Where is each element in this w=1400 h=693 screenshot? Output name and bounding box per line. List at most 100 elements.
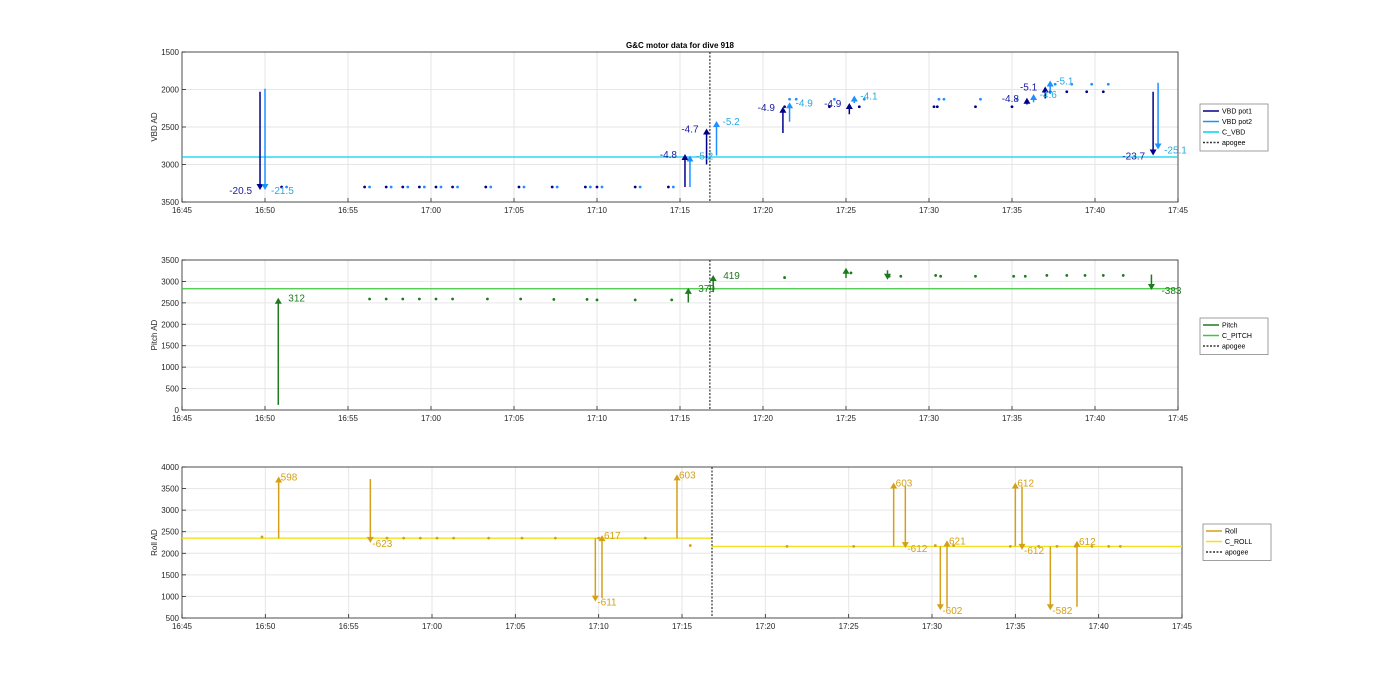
- pitch-point: [899, 274, 903, 278]
- vbd-pot2-point: [555, 185, 559, 189]
- pitch-point: [633, 298, 637, 302]
- roll-point: [553, 536, 557, 540]
- pitch-y-tick-label: 3000: [161, 277, 179, 286]
- pitch-x-tick-label: 16:55: [338, 414, 359, 423]
- vbd-pot1-point: [550, 185, 554, 189]
- vbd-pot2-arrow-label: -4.9: [796, 98, 814, 109]
- vbd-pot1-arrow-label: -20.5: [229, 186, 252, 197]
- roll-y-tick-label: 4000: [161, 463, 179, 472]
- vbd-pot2-point: [788, 97, 791, 101]
- pitch-x-tick-label: 17:25: [836, 414, 857, 423]
- vbd-pot2-arrow-label: -5.2: [723, 117, 741, 128]
- vbd-pot1-point: [517, 185, 521, 189]
- vbd-pot1-arrow-label: -4.9: [824, 99, 842, 110]
- pitch-x-tick-label: 17:20: [753, 414, 774, 423]
- roll-legend-entry: Roll: [1225, 529, 1238, 536]
- vbd-x-tick-label: 16:50: [255, 206, 276, 215]
- pitch-arrow-label: 312: [288, 294, 305, 305]
- roll-x-tick-label: 17:20: [755, 622, 776, 631]
- roll-point: [933, 544, 937, 547]
- vbd-pot1-point: [1101, 90, 1105, 94]
- vbd-pot2-point: [439, 185, 443, 189]
- vbd-x-tick-label: 17:20: [753, 206, 774, 215]
- pitch-y-tick-label: 2000: [161, 320, 179, 329]
- roll-x-tick-label: 17:45: [1172, 622, 1193, 631]
- vbd-pot1-point: [932, 105, 936, 109]
- roll-arrow-label: 603: [679, 470, 696, 481]
- pitch-point: [451, 297, 454, 301]
- pitch-y-tick-label: 500: [166, 385, 180, 394]
- pitch-point: [939, 274, 943, 278]
- vbd-pot2-arrow-head: [261, 184, 269, 190]
- pitch-panel: 16:45 16:50 16:55 17:00 17:05 17:10 17:15 17:20…: [150, 256, 1269, 423]
- pitch-legend-entry: apogee: [1222, 344, 1245, 351]
- pitch-y-tick-label: 2500: [161, 299, 179, 308]
- vbd-x-tick-label: 17:40: [1085, 206, 1106, 215]
- pitch-point: [434, 297, 438, 301]
- roll-legend-entry: apogee: [1225, 550, 1248, 557]
- roll-arrow-label: 621: [949, 536, 966, 547]
- pitch-x-tick-label: 17:05: [504, 414, 525, 423]
- figure-title: G&C motor data for dive 918: [626, 41, 735, 50]
- roll-y-tick-label: 3000: [161, 506, 179, 515]
- pitch-x-tick-label: 16:50: [255, 414, 276, 423]
- roll-x-tick-label: 16:55: [339, 622, 360, 631]
- vbd-pot2-arrow-head: [786, 102, 794, 109]
- vbd-pot1-arrow-head: [1149, 149, 1157, 156]
- vbd-y-tick-label: 1500: [161, 48, 179, 57]
- roll-y-tick-label: 1500: [161, 571, 179, 580]
- roll-point: [597, 536, 601, 540]
- vbd-pot2-point: [456, 185, 459, 189]
- roll-y-tick-label: 500: [166, 614, 180, 623]
- vbd-pot2-arrow-head: [713, 121, 721, 127]
- roll-arrow-label: 603: [896, 479, 913, 490]
- vbd-legend-entry: VBD pot2: [1222, 119, 1252, 126]
- vbd-pot2-arrow-label: -5.1: [1056, 77, 1074, 88]
- vbd-pot1-point: [666, 185, 670, 189]
- vbd-pot1-arrow-label: -4.9: [758, 103, 776, 114]
- vbd-pot2-point: [1106, 82, 1110, 86]
- roll-point: [487, 536, 491, 540]
- vbd-pot2-point: [937, 97, 941, 101]
- vbd-pot1-point: [1065, 90, 1069, 94]
- vbd-pot2-point: [406, 185, 410, 189]
- pitch-y-tick-label: 1000: [161, 363, 179, 372]
- vbd-pot2-arrow-label: -21.5: [271, 186, 294, 197]
- pitch-arrow-label: 419: [723, 271, 740, 282]
- vbd-pot2-point: [389, 185, 393, 189]
- roll-x-tick-label: 17:00: [422, 622, 443, 631]
- roll-x-tick-label: 17:10: [589, 622, 610, 631]
- vbd-pot2-point: [600, 185, 604, 189]
- vbd-y-tick-label: 3500: [161, 198, 179, 207]
- vbd-pot2-arrow-label: -25.1: [1164, 146, 1187, 157]
- vbd-pot2-point: [489, 185, 493, 189]
- pitch-x-tick-label: 17:00: [421, 414, 442, 423]
- vbd-pot2-point: [979, 97, 982, 101]
- vbd-pot2-arrow-label: -4.6: [1040, 90, 1058, 101]
- vbd-x-tick-label: 16:45: [172, 206, 193, 215]
- pitch-legend-entry: C_PITCH: [1222, 333, 1252, 340]
- roll-x-tick-label: 17:35: [1005, 622, 1026, 631]
- roll-arrow-label: 598: [281, 472, 298, 483]
- vbd-pot2-arrow-label: -4.1: [860, 92, 878, 103]
- vbd-legend-entry: VBD pot1: [1222, 109, 1252, 116]
- pitch-x-tick-label: 16:45: [172, 414, 193, 423]
- pitch-arrow-head: [709, 275, 717, 281]
- vbd-pot2-arrow-head: [1046, 80, 1054, 87]
- pitch-point: [1121, 274, 1125, 277]
- roll-point: [643, 536, 647, 540]
- vbd-x-tick-label: 17:15: [670, 206, 691, 215]
- vbd-pot2-point: [942, 97, 946, 101]
- pitch-point: [934, 274, 938, 277]
- roll-y-tick-label: 1000: [161, 592, 179, 601]
- roll-arrow-label: -602: [942, 606, 962, 617]
- vbd-x-tick-label: 17:05: [504, 206, 525, 215]
- roll-point: [520, 536, 524, 540]
- roll-point: [452, 536, 456, 540]
- gc-motor-figure: G&C motor data for dive 918 16:45 16:50 16…: [150, 41, 1272, 631]
- vbd-pot2-arrow-head: [1030, 94, 1038, 100]
- pitch-point: [519, 297, 523, 301]
- roll-arrow-label: -611: [597, 598, 617, 609]
- roll-point: [785, 544, 789, 548]
- roll-point: [1055, 544, 1059, 548]
